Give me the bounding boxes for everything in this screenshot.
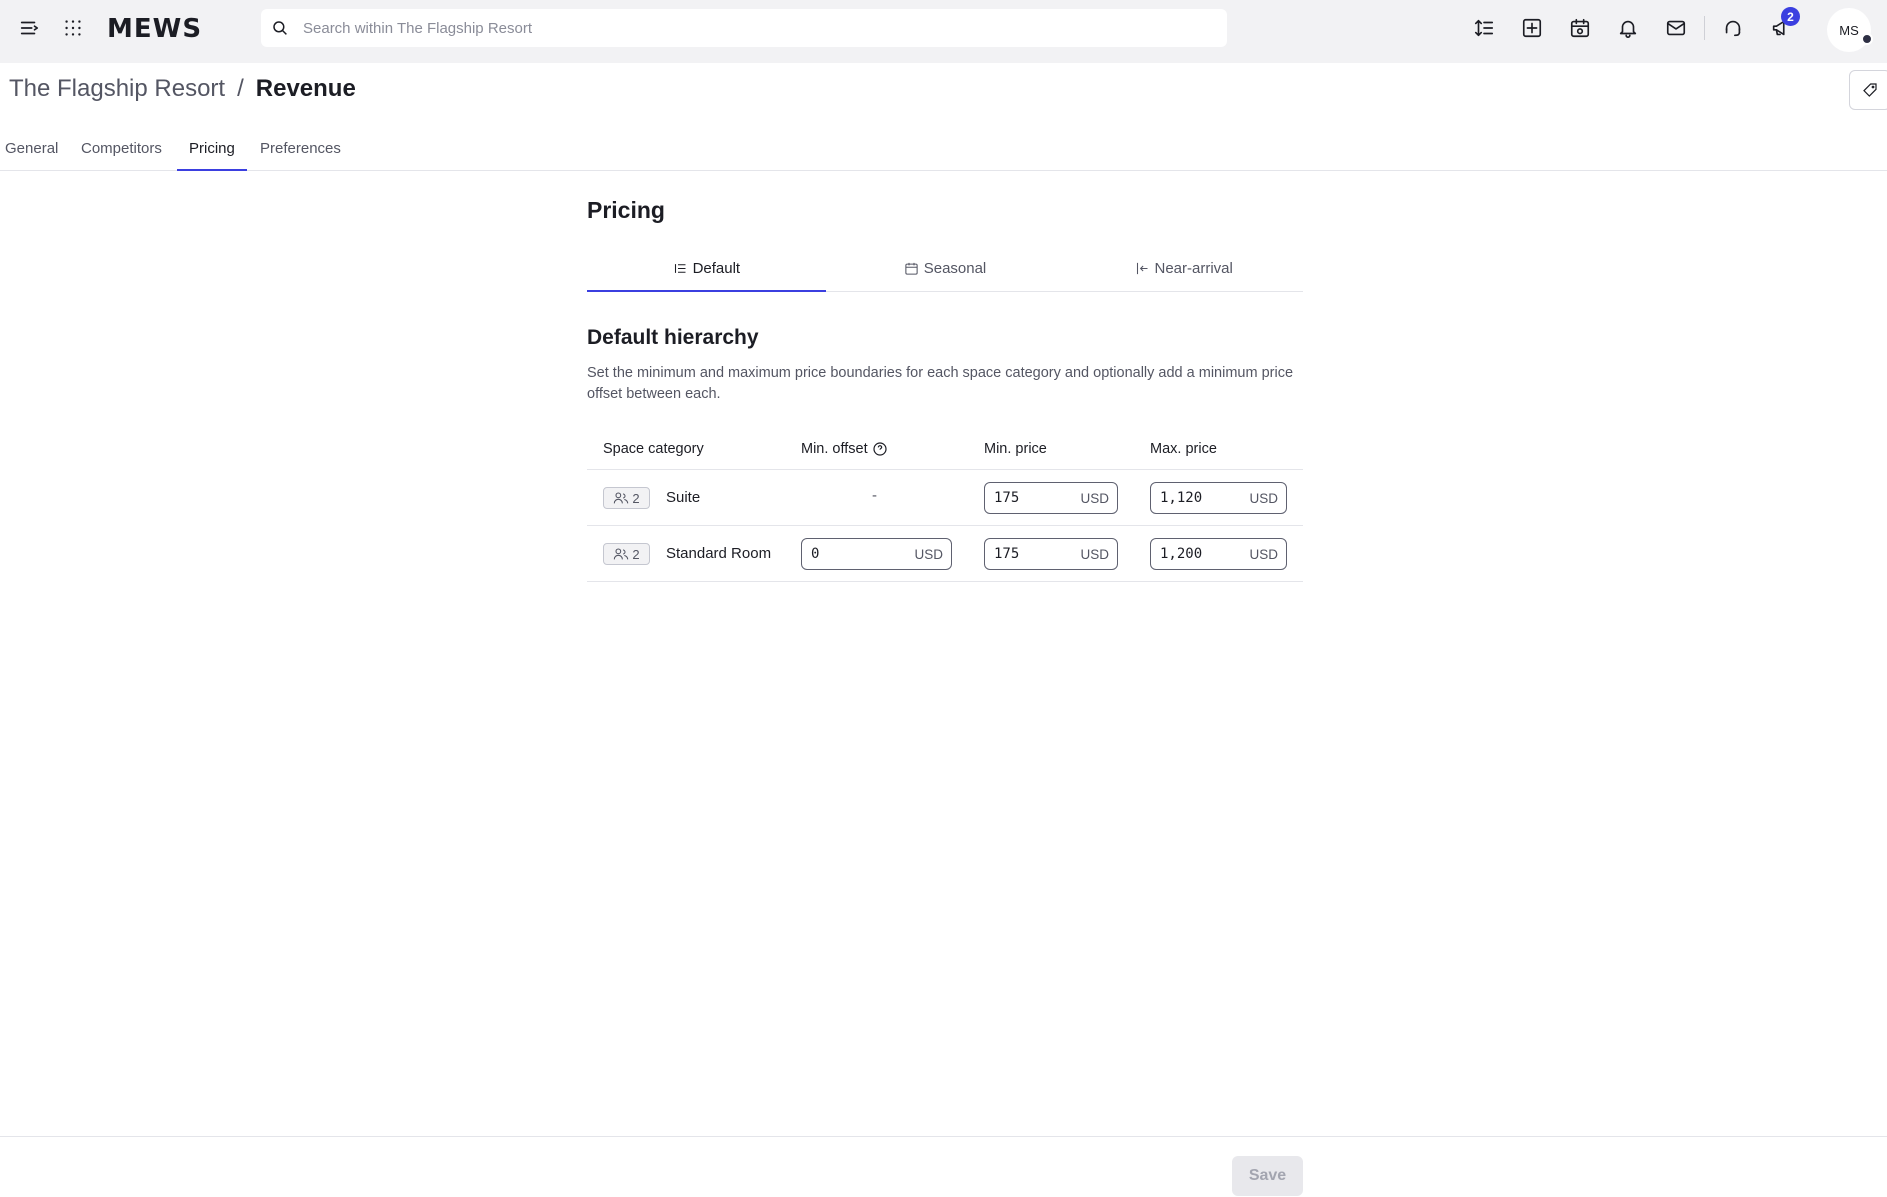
- category-name: Standard Room: [666, 545, 772, 562]
- top-bar: MEWS 2 MS: [0, 0, 1887, 63]
- support-headset-icon[interactable]: [1719, 14, 1747, 42]
- max-price-input[interactable]: [1160, 490, 1230, 506]
- user-avatar[interactable]: MS: [1827, 8, 1871, 52]
- col-min-price-label: Min. price: [984, 441, 1047, 457]
- pricing-sub-tabs: Default Seasonal Near-arrival: [587, 255, 1303, 292]
- currency-label: USD: [1249, 490, 1278, 506]
- currency-label: USD: [1249, 546, 1278, 562]
- min-price-field[interactable]: USD: [984, 538, 1118, 570]
- subtab-seasonal[interactable]: Seasonal: [826, 255, 1065, 292]
- col-min-offset-label: Min. offset: [801, 441, 868, 457]
- search-bar[interactable]: [261, 9, 1227, 47]
- apps-grid-icon[interactable]: [59, 14, 87, 42]
- col-min-price: Min. price: [984, 441, 1047, 457]
- calendar-icon: [905, 262, 918, 275]
- table-header: Space category Min. offset Min. price Ma…: [587, 434, 1303, 470]
- content-title: Pricing: [587, 197, 665, 223]
- tab-general[interactable]: General: [0, 140, 70, 171]
- col-space-category-label: Space category: [603, 441, 704, 457]
- subtab-near-arrival-label: Near-arrival: [1154, 260, 1233, 277]
- menu-icon[interactable]: [15, 14, 43, 42]
- tab-pricing[interactable]: Pricing: [177, 140, 247, 171]
- max-price-field[interactable]: USD: [1150, 538, 1287, 570]
- save-button[interactable]: Save: [1232, 1156, 1303, 1196]
- category-name: Suite: [666, 489, 701, 506]
- line-height-icon[interactable]: [1470, 14, 1498, 42]
- min-offset-field[interactable]: USD: [801, 538, 952, 570]
- arrival-icon: [1136, 262, 1147, 275]
- search-icon: [273, 21, 287, 35]
- breadcrumb-parent[interactable]: The Flagship Resort: [9, 75, 225, 103]
- list-icon: [674, 264, 686, 273]
- currency-label: USD: [914, 546, 943, 562]
- tag-icon: [1863, 83, 1877, 97]
- toolbar-divider: [1704, 16, 1705, 40]
- tab-competitors[interactable]: Competitors: [69, 140, 174, 171]
- max-price-field[interactable]: USD: [1150, 482, 1287, 514]
- capacity-value: 2: [632, 546, 640, 562]
- min-offset-empty: -: [872, 487, 877, 504]
- capacity-chip: 2: [603, 487, 650, 509]
- section-description: Set the minimum and maximum price bounda…: [587, 365, 1294, 402]
- guests-icon: [614, 492, 629, 504]
- subtab-seasonal-label: Seasonal: [923, 260, 987, 277]
- min-price-input[interactable]: [994, 546, 1064, 562]
- notifications-badge: 2: [1781, 7, 1800, 26]
- bell-icon[interactable]: [1614, 14, 1642, 42]
- subtab-near-arrival[interactable]: Near-arrival: [1064, 255, 1303, 292]
- col-space-category: Space category: [603, 441, 704, 457]
- guests-icon: [614, 548, 629, 560]
- min-price-field[interactable]: USD: [984, 482, 1118, 514]
- capacity-value: 2: [632, 490, 640, 506]
- subtab-default-label: Default: [692, 260, 741, 277]
- subtab-default[interactable]: Default: [587, 255, 826, 292]
- add-icon[interactable]: [1518, 14, 1546, 42]
- mail-icon[interactable]: [1662, 14, 1690, 42]
- currency-label: USD: [1080, 490, 1109, 506]
- status-indicator: [1861, 33, 1873, 45]
- table-row: 2 Standard Room USD USD USD: [587, 526, 1303, 582]
- section-title: Default hierarchy: [587, 326, 759, 349]
- page-title: Revenue: [255, 75, 356, 102]
- col-max-price-label: Max. price: [1150, 441, 1217, 457]
- col-max-price: Max. price: [1150, 441, 1217, 457]
- capacity-chip: 2: [603, 543, 650, 565]
- help-icon[interactable]: [872, 441, 888, 457]
- min-offset-input[interactable]: [811, 546, 881, 562]
- side-panel-button[interactable]: [1849, 70, 1887, 110]
- footer-bar: Save: [0, 1136, 1887, 1197]
- tab-preferences[interactable]: Preferences: [248, 140, 353, 171]
- calendar-view-icon[interactable]: [1566, 14, 1594, 42]
- min-price-input[interactable]: [994, 490, 1064, 506]
- breadcrumb-separator: /: [237, 75, 244, 102]
- breadcrumb: The Flagship Resort / Revenue: [9, 75, 356, 103]
- main-tabs: General Competitors Pricing Preferences: [0, 132, 1887, 171]
- pricing-table: Space category Min. offset Min. price Ma…: [587, 434, 1303, 582]
- col-min-offset: Min. offset: [801, 441, 888, 457]
- table-row: 2 Suite - USD USD: [587, 470, 1303, 526]
- max-price-input[interactable]: [1160, 546, 1230, 562]
- currency-label: USD: [1080, 546, 1109, 562]
- mews-logo[interactable]: MEWS: [107, 14, 202, 44]
- search-input[interactable]: [303, 19, 1203, 37]
